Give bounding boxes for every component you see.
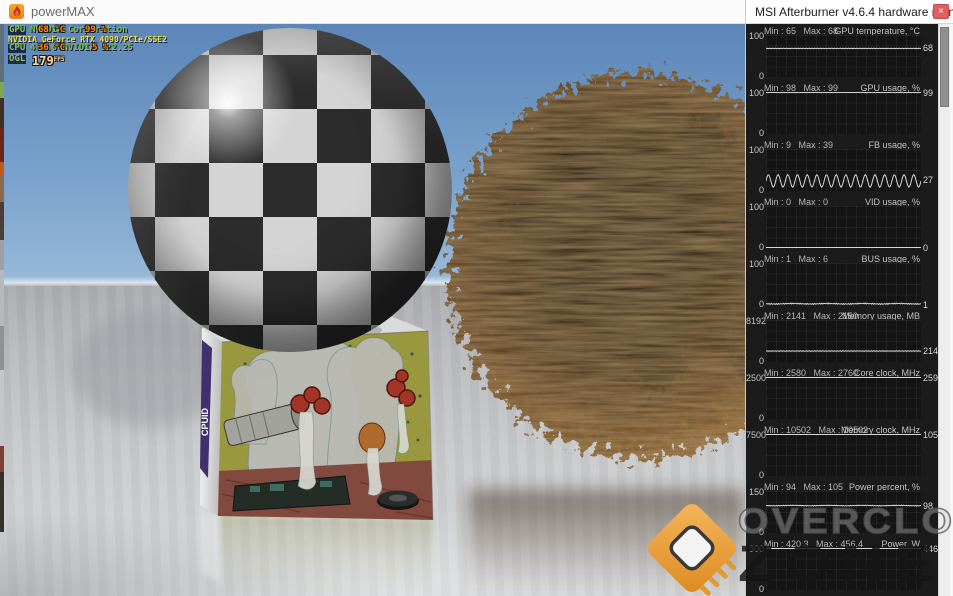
edge-strip-segment (0, 162, 4, 176)
monitor-titlebar[interactable]: MSI Afterburner v4.6.4 hardware monit...… (746, 0, 953, 24)
cube-side-text: CPUID (200, 407, 210, 436)
close-button[interactable]: × (933, 4, 949, 19)
graph-plot (765, 149, 922, 191)
graph-ymin-label: 0 (758, 71, 764, 81)
monitor-title: MSI Afterburner v4.6.4 hardware monit... (755, 5, 953, 19)
graph-ymax-label: 100 (748, 202, 764, 212)
monitor-scrollbar[interactable] (938, 24, 950, 596)
graph-ymin-label: 0 (758, 299, 764, 309)
app-title: powerMAX (31, 4, 95, 19)
edge-strip-segment (0, 370, 4, 446)
edge-strip-segment (0, 446, 4, 472)
graph-ymin-label: 0 (758, 128, 764, 138)
osd-gpu-usage: 99 % (85, 25, 107, 35)
edge-strip-segment (0, 240, 4, 270)
osd-cpu-temp: 36 °C (38, 43, 66, 53)
monitor-section: Min : 65 Max : 68 GPU temperature, °C 100 0… (746, 24, 938, 81)
powermax-flame-icon (9, 4, 24, 19)
osd-gpu-line: GPU NVIDIA Corporation 68 °C 99 % (8, 26, 328, 35)
monitor-section: Min : 0 Max : 0 VID usage, % 100 0 0 (746, 195, 938, 253)
monitor-section: Min : 420.3 Max : 456.4 Power, W 300 0 446.5 (746, 537, 946, 594)
graph-ymax-label: 100 (748, 88, 764, 98)
graph-ymax-label: 7500 (746, 430, 767, 440)
graph-ymin-label: 0 (758, 185, 764, 195)
osd-fps-line: OGL 179FPS (8, 55, 328, 68)
graph-ymax-label: 2500 (746, 373, 767, 383)
graph-plot (766, 91, 922, 134)
graph-ymax-label: 150 (748, 487, 764, 497)
osd-fps-value: 179FPS (32, 54, 65, 68)
monitor-graph-list: Min : 65 Max : 68 GPU temperature, °C 100 0… (746, 24, 948, 596)
graph-plot (765, 491, 921, 533)
edge-strip-segment (0, 176, 4, 202)
graph-ymin-label: 0 (758, 356, 764, 366)
monitor-section: Min : 9 Max : 39 FB usage, % 100 0 27 (746, 138, 938, 195)
edge-strip-segment (0, 128, 4, 162)
edge-strip-segment (0, 82, 4, 98)
monitor-section: Min : 94 Max : 105 Power percent, % 150 0 98 (746, 480, 938, 537)
graph-ymax-label: 100 (748, 31, 764, 41)
graph-ymin-label: 0 (758, 527, 764, 537)
monitor-section: Min : 2580 Max : 2760 Core clock, MHz 2500… (746, 366, 943, 423)
graph-ymax-label: 8192 (746, 316, 767, 326)
monitor-section: Min : 1 Max : 6 BUS usage, % 100 0 1 (746, 252, 938, 310)
edge-strip-segment (0, 326, 4, 370)
graph-plot (765, 320, 922, 362)
graph-ymin-label: 0 (758, 242, 764, 252)
monitor-section: Min : 98 Max : 99 GPU usage, % 100 0 99 (746, 81, 938, 138)
osd-cpu-line: CPU 4.6.0 NVIDIA 522.25 36 °C 5 % (8, 44, 328, 53)
graph-plot (766, 377, 921, 419)
osd-cpu-usage: 5 % (92, 43, 109, 53)
afterburner-monitor-window: MSI Afterburner v4.6.4 hardware monit...… (745, 0, 953, 596)
checker-sphere (128, 28, 452, 352)
graph-ymin-label: 0 (758, 584, 764, 594)
graph-plot (766, 206, 921, 248)
monitor-scrollbar-thumb[interactable] (940, 27, 949, 107)
monitor-section: Min : 2141 Max : 2150 Memory usage, MB 819… (746, 309, 943, 366)
osd-cpu-label: CPU (8, 43, 27, 53)
graph-ymin-label: 0 (758, 413, 764, 423)
monitor-section: Min : 10502 Max : 10502 Memory clock, MHz… (746, 423, 948, 480)
osd-gpu-label: GPU (8, 25, 27, 35)
graph-ymin-label: 0 (758, 470, 764, 480)
graph-plot (765, 263, 922, 306)
graph-plot (765, 35, 922, 77)
graph-plot (766, 434, 921, 476)
render-viewport: CPUID GPU NVIDIA Corporation 68 °C 99 % … (0, 24, 745, 596)
edge-strip-segment (0, 270, 4, 326)
graph-plot (766, 548, 921, 590)
edge-texture-strip (0, 24, 4, 532)
screen: powerMAX CPUID GPU NVIDIA Corporation 68… (0, 0, 953, 596)
osd-gpu-temp: 68 °C (38, 25, 66, 35)
edge-strip-segment (0, 472, 4, 532)
graph-ymax-label: 100 (748, 259, 764, 269)
edge-strip-segment (0, 98, 4, 128)
graph-ymax-label: 100 (748, 145, 764, 155)
osd-api-label: OGL (8, 54, 27, 64)
edge-strip-segment (0, 24, 4, 82)
graph-ymax-label: 300 (748, 544, 764, 554)
edge-strip-segment (0, 202, 4, 240)
osd-overlay: GPU NVIDIA Corporation 68 °C 99 % NVIDIA… (8, 26, 328, 68)
powermax-titlebar[interactable]: powerMAX (0, 0, 745, 24)
